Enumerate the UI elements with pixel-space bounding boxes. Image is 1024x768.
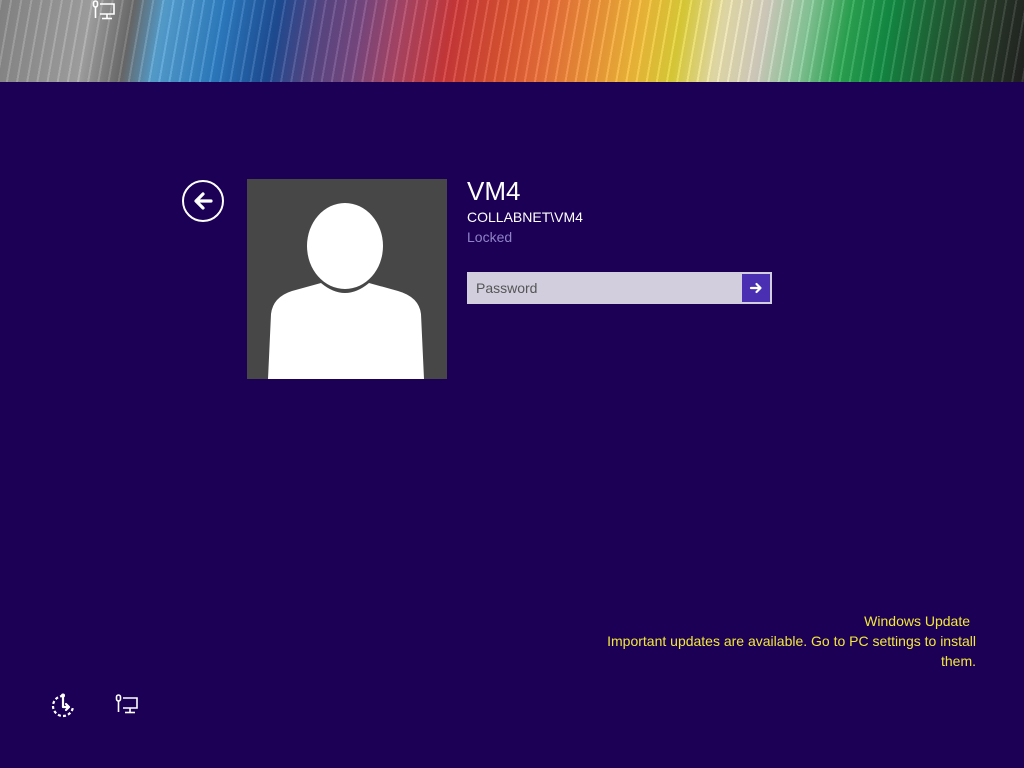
back-arrow-icon: [194, 192, 213, 210]
notification-message: Important updates are available. Go to P…: [607, 633, 976, 669]
user-avatar: [247, 179, 447, 379]
submit-button[interactable]: [742, 274, 770, 302]
network-icon: [92, 0, 115, 20]
network-icon[interactable]: [115, 694, 139, 716]
user-silhouette-icon: [268, 203, 424, 379]
user-status: Locked: [467, 229, 513, 245]
password-box: [467, 272, 772, 304]
back-button[interactable]: [182, 180, 224, 222]
user-domain: COLLABNET\VM4: [467, 209, 583, 225]
user-name: VM4: [467, 176, 521, 206]
notification-title: Windows Update: [864, 613, 970, 629]
windows-update-notification[interactable]: Windows Update Important updates are ava…: [576, 611, 976, 671]
lock-screen-banner: [0, 0, 1024, 82]
password-input[interactable]: [469, 274, 742, 302]
right-arrow-icon: [749, 282, 762, 294]
ease-of-access-icon[interactable]: [50, 693, 76, 719]
